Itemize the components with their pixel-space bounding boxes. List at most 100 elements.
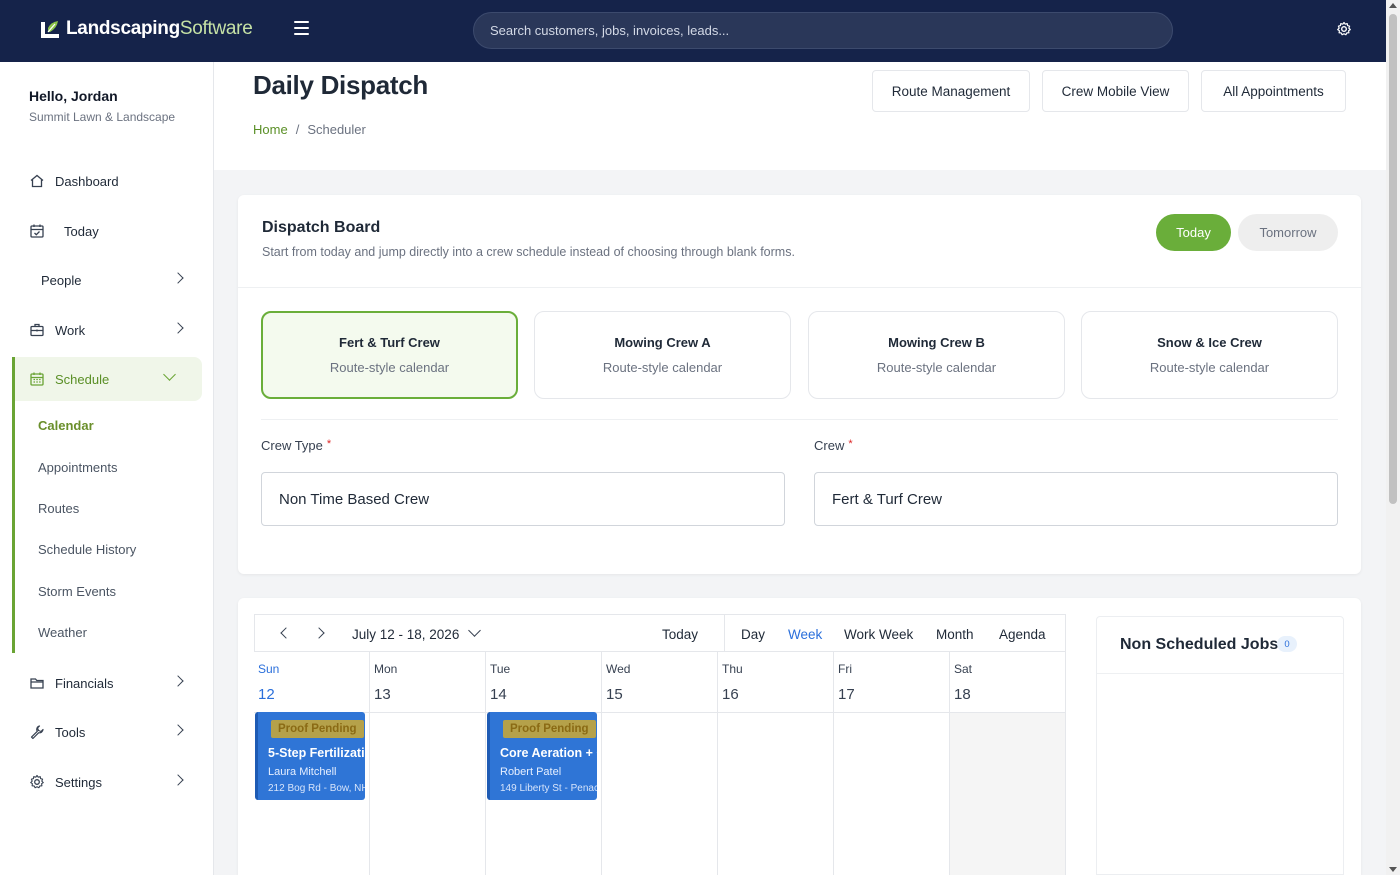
count-badge: 0 xyxy=(1277,636,1297,652)
sidebar-subitem-calendar[interactable]: Calendar xyxy=(38,418,94,433)
day-number[interactable]: 16 xyxy=(722,686,739,703)
chevron-left-icon[interactable] xyxy=(280,627,292,639)
sidebar-item-settings[interactable]: Settings xyxy=(14,760,202,804)
home-icon xyxy=(30,174,44,188)
all-appointments-button[interactable]: All Appointments xyxy=(1201,70,1346,112)
day-column-wed[interactable]: Wed 15 xyxy=(602,652,718,875)
calendar-event[interactable]: Proof Pending Core Aeration + Overseed R… xyxy=(487,712,597,800)
greeting-text: Hello, Jordan xyxy=(29,88,118,104)
day-number[interactable]: 15 xyxy=(606,686,623,703)
gear-icon[interactable] xyxy=(1336,21,1352,37)
sidebar-subitem-appointments[interactable]: Appointments xyxy=(38,460,118,475)
global-search[interactable] xyxy=(473,12,1173,49)
calendar-today-button[interactable]: Today xyxy=(662,627,698,642)
crew-mobile-view-button[interactable]: Crew Mobile View xyxy=(1042,70,1189,112)
sidebar-item-label: Today xyxy=(64,223,99,239)
calendar-toolbar: July 12 - 18, 2026 Today Day Week Work W… xyxy=(254,614,1066,652)
sidebar-item-work[interactable]: Work xyxy=(14,308,202,352)
scroll-up-arrow-icon[interactable] xyxy=(1389,3,1397,8)
toolbar-separator xyxy=(724,615,725,651)
sidebar-subitem-schedule-history[interactable]: Schedule History xyxy=(38,542,136,557)
chevron-down-icon[interactable] xyxy=(468,624,481,637)
sidebar-subitem-weather[interactable]: Weather xyxy=(38,625,87,640)
breadcrumb: Home / Scheduler xyxy=(253,122,366,137)
chevron-right-icon xyxy=(172,675,184,687)
view-month-button[interactable]: Month xyxy=(936,627,974,642)
menu-toggle-icon[interactable] xyxy=(294,21,309,35)
tomorrow-toggle-button[interactable]: Tomorrow xyxy=(1238,214,1338,251)
sidebar-item-schedule[interactable]: Schedule xyxy=(14,357,202,401)
sidebar-item-financials[interactable]: Financials xyxy=(14,661,202,705)
event-address: 212 Bog Rd - Bow, NH xyxy=(268,783,365,794)
day-number[interactable]: 13 xyxy=(374,686,391,703)
view-agenda-button[interactable]: Agenda xyxy=(999,627,1046,642)
required-mark: * xyxy=(326,438,332,450)
crew-name: Mowing Crew B xyxy=(888,335,985,350)
event-customer: Robert Patel xyxy=(500,766,562,778)
crew-subtitle: Route-style calendar xyxy=(1149,360,1270,375)
view-work-week-button[interactable]: Work Week xyxy=(844,627,913,642)
day-number[interactable]: 14 xyxy=(490,686,507,703)
chevron-right-icon xyxy=(172,272,184,284)
dispatch-board-title: Dispatch Board xyxy=(262,219,381,236)
status-badge: Proof Pending xyxy=(503,720,596,738)
calendar-check-icon xyxy=(30,224,44,238)
day-body[interactable] xyxy=(370,712,485,875)
day-name: Wed xyxy=(606,662,631,676)
day-body[interactable] xyxy=(602,712,717,875)
crew-select[interactable]: Fert & Turf Crew xyxy=(814,472,1338,526)
calendar-header-divider xyxy=(254,712,1066,713)
day-column-fri[interactable]: Fri 17 xyxy=(834,652,950,875)
day-body[interactable] xyxy=(718,712,833,875)
breadcrumb-home[interactable]: Home xyxy=(253,122,288,137)
wrench-icon xyxy=(30,725,44,740)
sidebar-subitem-routes[interactable]: Routes xyxy=(38,501,79,516)
required-mark: * xyxy=(848,438,853,450)
crew-card-snow-ice[interactable]: Snow & Ice Crew Route-style calendar xyxy=(1081,311,1338,399)
day-number[interactable]: 12 xyxy=(258,686,275,703)
day-column-thu[interactable]: Thu 16 xyxy=(718,652,834,875)
day-body[interactable] xyxy=(834,712,949,875)
view-week-button[interactable]: Week xyxy=(788,627,822,642)
calendar-event[interactable]: Proof Pending 5-Step Fertilization Laura… xyxy=(255,712,365,800)
day-number[interactable]: 17 xyxy=(838,686,855,703)
day-name: Fri xyxy=(838,662,852,676)
crew-label: Crew * xyxy=(814,438,853,453)
event-address: 149 Liberty St - Penacook xyxy=(500,783,597,794)
sidebar-item-label: Settings xyxy=(55,774,102,790)
top-bar: LandscapingSoftware xyxy=(0,0,1386,62)
search-input[interactable] xyxy=(490,23,1156,38)
scrollbar-thumb[interactable] xyxy=(1389,14,1397,504)
calendar-grid-icon xyxy=(30,372,44,386)
sidebar: Hello, Jordan Summit Lawn & Landscape Da… xyxy=(0,62,214,875)
crew-subtitle: Route-style calendar xyxy=(602,360,723,375)
chevron-right-icon xyxy=(172,774,184,786)
route-management-button[interactable]: Route Management xyxy=(872,70,1030,112)
scroll-down-arrow-icon[interactable] xyxy=(1389,867,1397,872)
user-greeting: Hello, Jordan Summit Lawn & Landscape xyxy=(29,88,175,124)
view-day-button[interactable]: Day xyxy=(741,627,765,642)
gear-icon xyxy=(30,774,44,789)
sidebar-subitem-storm-events[interactable]: Storm Events xyxy=(38,584,116,599)
crew-type-select[interactable]: Non Time Based Crew xyxy=(261,472,785,526)
today-toggle-button[interactable]: Today xyxy=(1156,214,1231,251)
sidebar-item-label: Work xyxy=(55,322,86,338)
day-number[interactable]: 18 xyxy=(954,686,971,703)
crew-card-mowing-b[interactable]: Mowing Crew B Route-style calendar xyxy=(808,311,1065,399)
sidebar-item-tools[interactable]: Tools xyxy=(14,710,202,754)
crew-subtitle: Route-style calendar xyxy=(329,360,450,375)
sidebar-item-today[interactable]: Today xyxy=(14,209,202,253)
sidebar-item-dashboard[interactable]: Dashboard xyxy=(14,159,202,203)
day-body[interactable] xyxy=(950,712,1065,875)
sidebar-item-label: Dashboard xyxy=(55,173,119,189)
day-column-sat[interactable]: Sat 18 xyxy=(950,652,1066,875)
page-scrollbar[interactable] xyxy=(1386,0,1400,875)
sidebar-item-people[interactable]: People xyxy=(14,258,202,302)
status-badge: Proof Pending xyxy=(271,720,364,738)
app-logo[interactable]: LandscapingSoftware xyxy=(40,18,253,40)
calendar-range[interactable]: July 12 - 18, 2026 xyxy=(352,627,459,642)
crew-card-mowing-a[interactable]: Mowing Crew A Route-style calendar xyxy=(534,311,791,399)
chevron-right-icon[interactable] xyxy=(313,627,325,639)
day-column-mon[interactable]: Mon 13 xyxy=(370,652,486,875)
crew-card-fert-turf[interactable]: Fert & Turf Crew Route-style calendar xyxy=(261,311,518,399)
